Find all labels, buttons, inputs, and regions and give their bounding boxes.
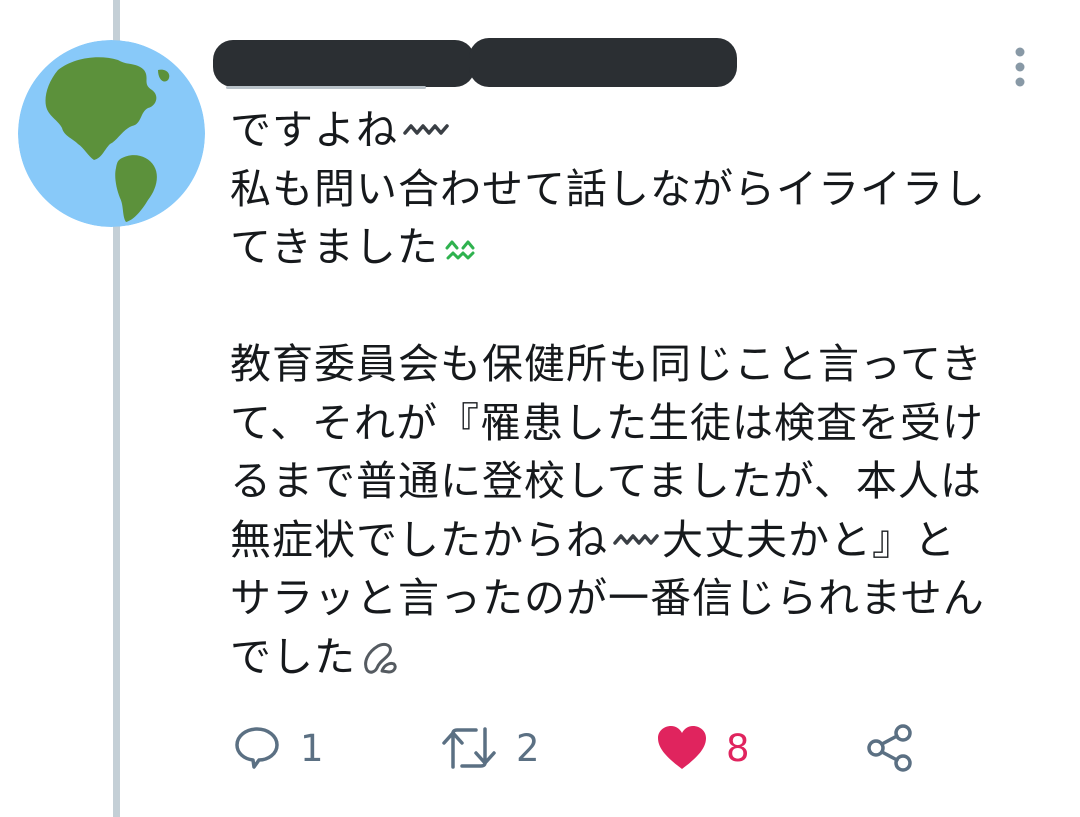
confounded-face-icon <box>445 240 475 260</box>
tweet-line-text: 大丈夫かと』と <box>662 515 956 564</box>
tweet-line: てきました <box>230 218 1060 277</box>
avatar[interactable] <box>18 40 205 227</box>
tweet-line-text: てきました <box>230 223 439 271</box>
sweat-droplets-icon <box>364 642 397 674</box>
tweet-line: 無症状でしたからね 大丈夫かと』と <box>230 511 1060 570</box>
redacted-username <box>469 38 737 87</box>
tweet-line-text: ですよね <box>230 106 398 154</box>
tweet-line: て、それが『罹患した生徒は検査を受け <box>230 394 1060 453</box>
tweet-line: 私も問い合わせて話しながらイライラし <box>230 160 1060 219</box>
retweet-button[interactable]: 2 <box>440 715 540 781</box>
handle-peek <box>226 80 426 94</box>
tweet-line-text: サラッと言ったのが一番信じられません <box>230 574 985 622</box>
tweet-action-bar: 1 2 8 <box>0 715 1080 785</box>
tweet-line: でした <box>230 628 1060 687</box>
tweet-line-text: て、それが『罹患した生徒は検査を受け <box>230 398 984 447</box>
tweet-line: るまで普通に登校してましたが、本人は <box>230 452 1060 511</box>
wavy-dash-icon <box>403 124 449 135</box>
share-icon <box>867 724 912 772</box>
tweet-line: サラッと言ったのが一番信じられません <box>230 569 1060 628</box>
heart-icon <box>658 726 706 769</box>
tweet-line-text: でした <box>230 632 356 681</box>
like-count: 8 <box>726 726 750 770</box>
retweet-count: 2 <box>516 726 540 770</box>
more-options-icon[interactable] <box>1006 44 1034 90</box>
tweet-line: ですよね <box>230 101 1060 160</box>
like-button[interactable]: 8 <box>656 715 750 781</box>
tweet-line-text: 教育委員会も保健所も同じこと言ってき <box>230 340 983 388</box>
tweet-line-text: 無症状でしたからね <box>230 515 608 564</box>
wavy-dash-icon <box>613 534 659 545</box>
reply-button[interactable]: 1 <box>232 715 324 781</box>
reply-icon <box>235 727 279 769</box>
reply-count: 1 <box>300 726 324 770</box>
earth-globe-icon <box>18 40 205 227</box>
tweet-text: ですよね 私も問い合わせて話しながらイライラし てきました 教育委員会も保健所も… <box>230 101 1060 686</box>
share-button[interactable] <box>864 715 916 781</box>
tweet-line: 教育委員会も保健所も同じこと言ってき <box>230 335 1060 394</box>
tweet-line-text: るまで普通に登校してましたが、本人は <box>230 457 982 505</box>
retweet-icon <box>442 727 496 769</box>
tweet-line-text: 私も問い合わせて話しながらイライラし <box>230 164 986 213</box>
